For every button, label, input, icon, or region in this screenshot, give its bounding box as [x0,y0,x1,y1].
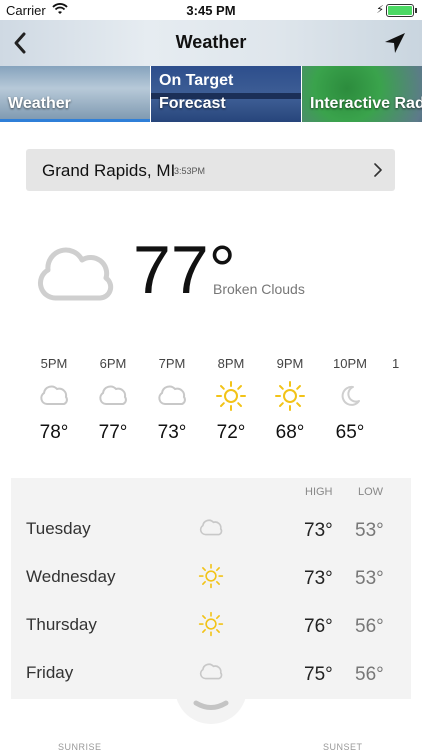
current-temperature: 77° [133,232,236,308]
current-condition: Broken Clouds [213,281,305,297]
location-arrow-icon[interactable] [382,30,408,56]
daily-row: Thursday 76° 56° [11,604,411,652]
cloud-icon [40,385,68,405]
hourly-temp: 78° [39,422,69,443]
low-column-header: LOW [358,486,384,498]
sun-icon [198,611,224,637]
hourly-time: 7PM [158,356,186,371]
hourly-temp: 77° [98,422,128,443]
daily-row: Wednesday 73° 53° [11,556,411,604]
location-updated-time: 3:53PM [174,166,206,176]
hourly-temp: 73° [157,422,187,443]
cloud-icon [199,519,223,536]
cloud-icon [158,385,186,405]
on-target-overlay: On Target [159,72,234,89]
hourly-item: 9PM 68° [260,356,320,444]
clock-time: 3:45 PM [186,3,236,18]
chevron-down-icon [193,700,229,710]
hourly-temp: 68° [275,422,305,443]
hourly-time: 8PM [217,356,245,371]
sunset-label: SUNSET [323,742,363,752]
sun-icon [198,563,224,589]
day-low: 56° [355,664,384,685]
expand-handle[interactable] [175,686,247,724]
tab-radar-label: Interactive Radar [310,95,422,112]
day-high: 73° [304,520,333,541]
hourly-item: 10PM 65° [320,356,380,444]
tab-forecast[interactable]: On Target Forecast [151,66,302,122]
hourly-temp: 72° [216,422,246,443]
hourly-time: 9PM [276,356,304,371]
day-high: 73° [304,568,333,589]
day-low: 56° [355,616,384,637]
charging-icon: ⚡ [376,4,384,16]
cloud-icon [199,663,223,680]
hourly-temp: 65° [335,422,365,443]
hourly-item-partial: 1 [372,356,412,374]
hourly-item: 5PM 78° [24,356,84,444]
active-tab-indicator [0,119,150,122]
day-name: Friday [26,663,74,682]
status-bar: Carrier 3:45 PM ⚡ [0,0,422,20]
tab-weather[interactable]: Weather [0,66,151,122]
daily-forecast: HIGH LOW Tuesday 73° 53° Wednesday 73° 5… [11,478,411,699]
hourly-time: 5PM [40,356,68,371]
day-name: Wednesday [26,567,116,586]
cloud-icon [99,385,127,405]
battery-icon [386,4,417,17]
hourly-time: 1 [392,356,400,371]
hourly-item: 7PM 73° [142,356,202,444]
tab-weather-label: Weather [8,95,71,112]
section-tabs: Weather On Target Forecast Interactive R… [0,66,422,122]
moon-icon [341,385,360,406]
location-selector[interactable]: Grand Rapids, MI 3:53PM [26,149,395,191]
hourly-forecast: 5PM 78° 6PM 77° 7PM 73° 8PM 72° 9PM 68° … [30,356,422,456]
day-low: 53° [355,568,384,589]
day-low: 53° [355,520,384,541]
nav-bar: Weather [0,20,422,66]
hourly-item: 8PM 72° [201,356,261,444]
current-cloud-icon [37,247,114,301]
chevron-right-icon [374,163,382,177]
day-high: 75° [304,664,333,685]
tab-forecast-label: Forecast [159,95,226,112]
hourly-time: 6PM [99,356,127,371]
location-city: Grand Rapids, MI [42,161,176,180]
sun-icon [216,381,246,411]
sun-icon [275,381,305,411]
hourly-time: 10PM [333,356,367,371]
day-name: Thursday [26,615,97,634]
page-title: Weather [175,32,247,52]
day-name: Tuesday [26,519,91,538]
daily-row: Tuesday 73° 53° [11,508,411,556]
tab-interactive-radar[interactable]: Interactive Radar [302,66,422,122]
sunrise-label: SUNRISE [58,742,102,752]
high-column-header: HIGH [305,486,333,498]
hourly-item: 6PM 77° [83,356,143,444]
day-high: 76° [304,616,333,637]
